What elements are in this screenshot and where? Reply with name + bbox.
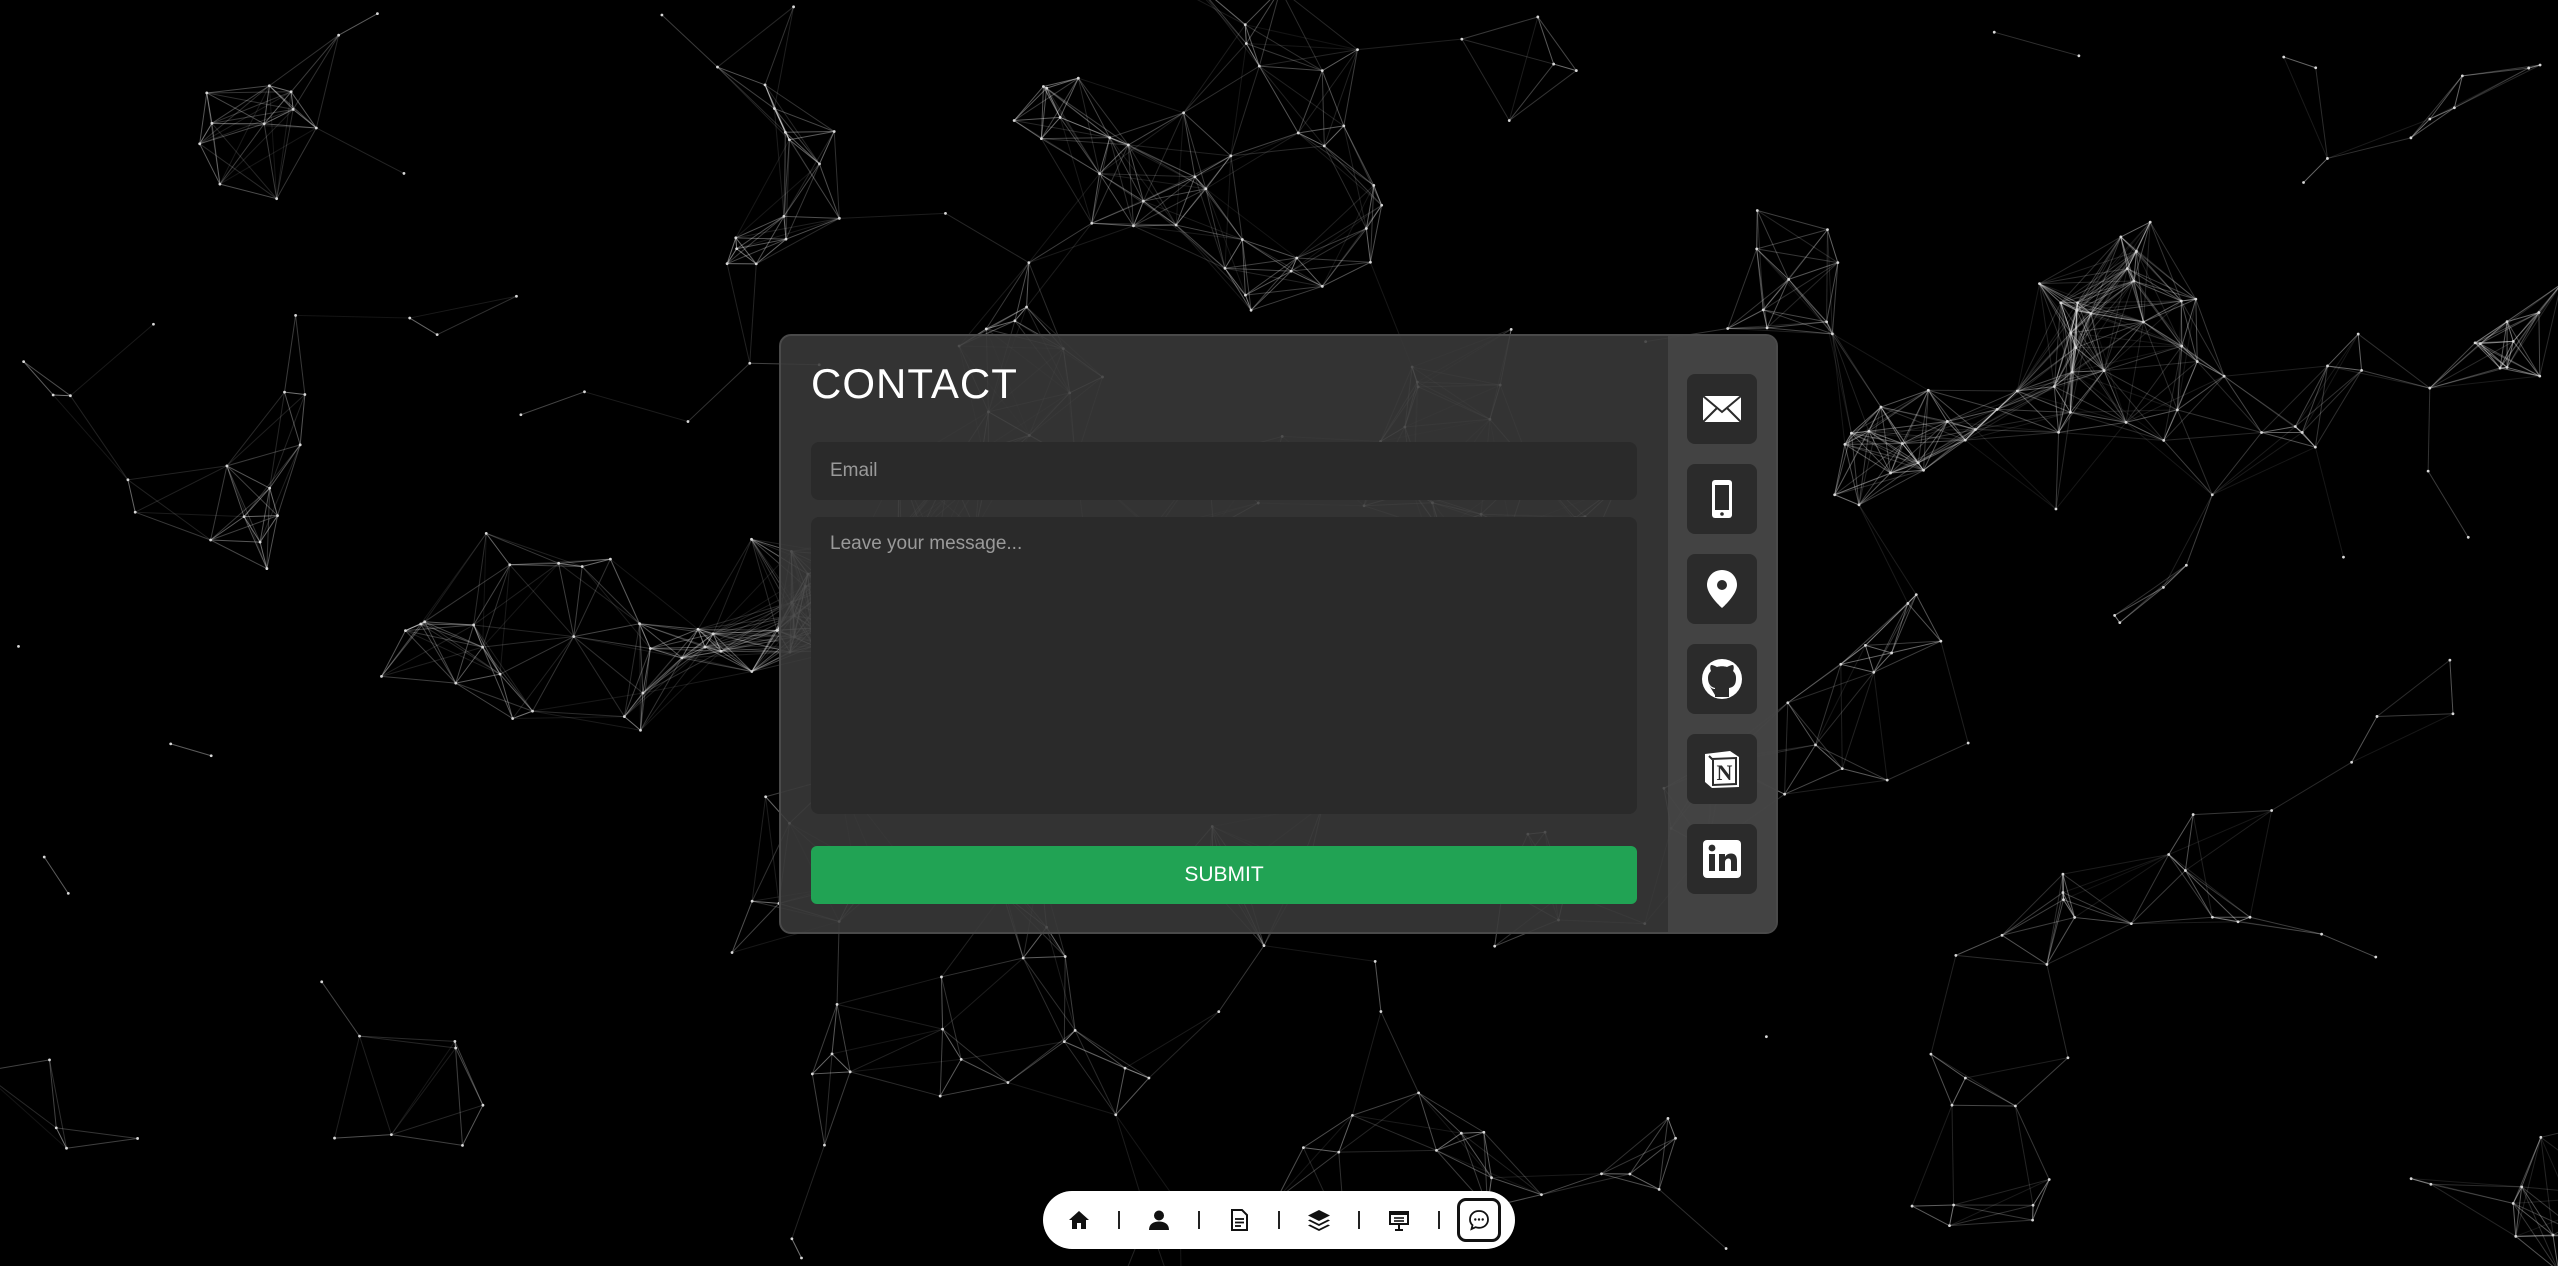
layers-icon — [1308, 1210, 1330, 1231]
bottom-dock — [1043, 1191, 1515, 1249]
contact-form: CONTACT SUBMIT — [781, 336, 1668, 932]
linkedin-icon — [1703, 840, 1741, 878]
github-link-button[interactable] — [1687, 644, 1757, 714]
svg-text:N: N — [1717, 760, 1733, 785]
submit-button[interactable]: SUBMIT — [811, 846, 1637, 904]
phone-link-button[interactable] — [1687, 464, 1757, 534]
social-links: N — [1668, 336, 1776, 932]
contact-card: CONTACT SUBMIT — [779, 334, 1778, 934]
email-link-button[interactable] — [1687, 374, 1757, 444]
home-icon — [1069, 1211, 1089, 1229]
email-field[interactable] — [811, 442, 1637, 500]
dock-separator — [1278, 1211, 1280, 1229]
user-icon — [1149, 1210, 1169, 1230]
dock-resume-button[interactable] — [1217, 1198, 1261, 1242]
document-icon — [1231, 1209, 1248, 1231]
presentation-icon — [1389, 1211, 1409, 1231]
github-icon — [1702, 659, 1742, 699]
dock-presentations-button[interactable] — [1377, 1198, 1421, 1242]
dock-home-button[interactable] — [1057, 1198, 1101, 1242]
mail-icon — [1702, 395, 1742, 423]
chat-icon — [1469, 1210, 1489, 1231]
location-link-button[interactable] — [1687, 554, 1757, 624]
message-field[interactable] — [811, 517, 1637, 814]
dock-contact-button[interactable] — [1457, 1198, 1501, 1242]
phone-icon — [1712, 480, 1732, 518]
dock-separator — [1198, 1211, 1200, 1229]
dock-about-button[interactable] — [1137, 1198, 1181, 1242]
page-title: CONTACT — [811, 360, 1018, 407]
dock-separator — [1358, 1211, 1360, 1229]
location-pin-icon — [1707, 570, 1737, 608]
linkedin-link-button[interactable] — [1687, 824, 1757, 894]
dock-separator — [1438, 1211, 1440, 1229]
notion-link-button[interactable]: N — [1687, 734, 1757, 804]
dock-separator — [1118, 1211, 1120, 1229]
dock-projects-button[interactable] — [1297, 1198, 1341, 1242]
notion-icon: N — [1705, 751, 1739, 788]
